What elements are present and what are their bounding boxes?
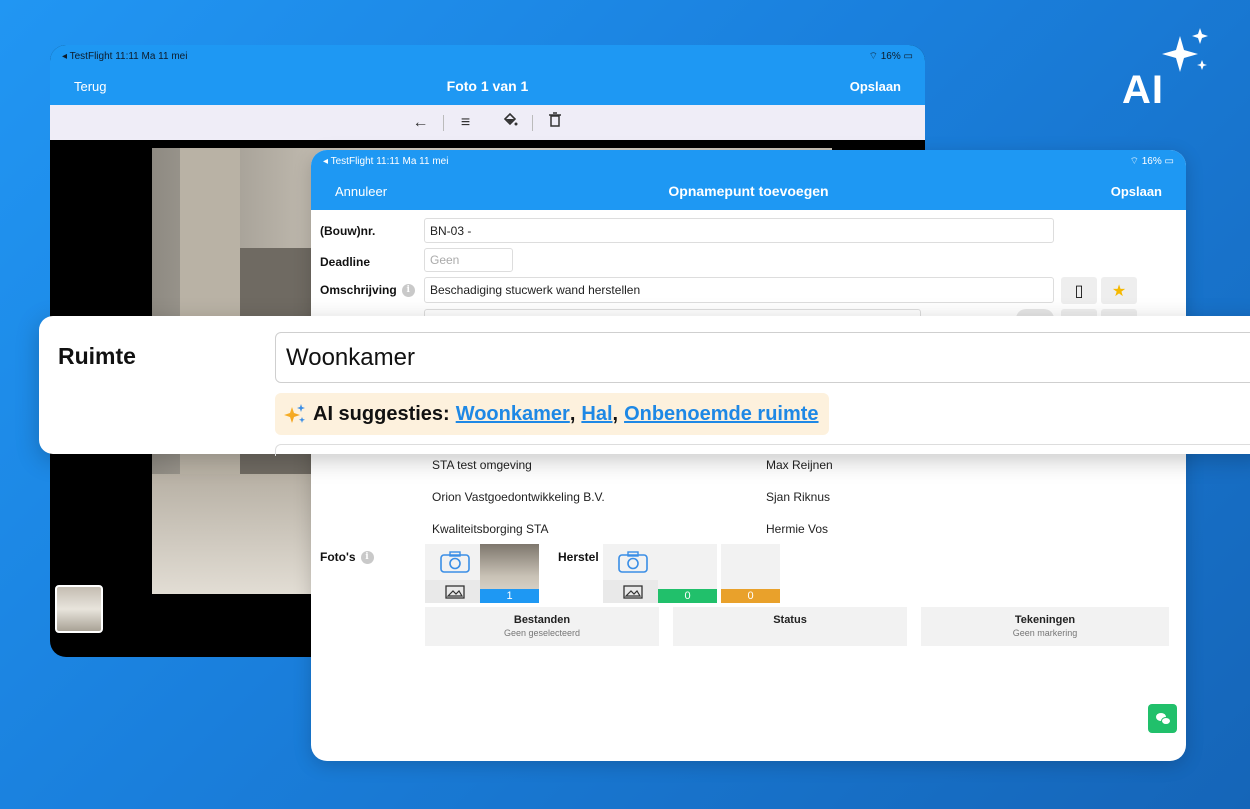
info-icon[interactable]: i [401,283,415,297]
page-title: Opnamepunt toevoegen [668,183,829,199]
add-repair-photo-tile[interactable] [603,544,662,603]
wifi-icon: ⌔ [868,50,878,62]
book-icon: ▯ [1074,282,1084,300]
suggestion-link[interactable]: Woonkamer [456,403,570,426]
ruimte-label: Ruimte [58,343,136,369]
bouwnr-row: (Bouw)nr. [320,224,375,238]
chat-icon [1155,712,1171,725]
separator: , [569,402,576,425]
ai-suggestions: AI suggesties: Woonkamer, Hal, Onbenoemd… [275,393,829,435]
star-icon: ★ [1111,282,1127,300]
omschrijving-field[interactable]: Beschadiging stucwerk wand herstellen [424,277,1054,303]
approved-count: 0 [658,589,717,603]
repair-pending-tile[interactable]: 0 [721,544,780,603]
party-person: Hermie Vos [766,522,829,536]
card-subtitle: Geen markering [1012,628,1078,638]
gallery-icon[interactable] [603,580,662,603]
deadline-field[interactable]: Geen [424,248,513,272]
photos-row: Foto's i [320,550,374,564]
camera-icon[interactable] [603,544,662,580]
nav-bar: Annuleer Opnamepunt toevoegen Opslaan [311,172,1186,210]
party-name: Kwaliteitsborging STA [432,522,549,536]
card-subtitle: Geen geselecteerd [503,628,581,638]
sparkle-icon [284,404,305,423]
battery-icon: ▭ [903,50,913,62]
next-field-edge [275,444,1250,456]
bouwnr-label: (Bouw)nr. [320,224,376,238]
herstel-label: Herstel [558,550,599,564]
gallery-icon[interactable] [425,580,484,603]
room-field-callout: Ruimte Woonkamer AI suggesties: Woonkame… [39,316,1250,456]
pending-count: 0 [721,589,780,603]
card-title: Tekeningen [1014,614,1076,626]
info-icon[interactable]: i [360,550,374,564]
deadline-row: Deadline [320,255,370,269]
favorite-button[interactable]: ★ [1101,277,1137,304]
save-button[interactable]: Opslaan [850,79,901,94]
status-card[interactable]: Status [673,607,907,646]
photo-thumbnail[interactable] [55,585,103,633]
party-person: Sjan Riknus [766,490,831,504]
drawings-card[interactable]: Tekeningen Geen markering [921,607,1169,646]
copy-button[interactable]: ▯ [1061,277,1097,304]
battery-status: ⌔ 16% ▭ [1130,155,1174,168]
cancel-button[interactable]: Annuleer [335,184,387,199]
suggestion-link[interactable]: Hal [581,403,612,426]
card-title: Status [773,614,807,626]
status-bar: ◂ TestFlight 11:11 Ma 11 mei ⌔ 16% ▭ [50,45,925,67]
suggestions-prefix: AI suggesties: [313,402,450,425]
back-button[interactable]: Terug [74,79,107,94]
menu-icon[interactable]: ≡ [444,114,488,132]
party-name: STA test omgeving [432,458,532,472]
photo-thumbnail[interactable]: 1 [480,544,539,603]
ruimte-input[interactable]: Woonkamer [275,332,1250,383]
photo-count: 1 [480,589,539,603]
omschrijving-row: Omschrijving i [320,283,415,297]
deadline-label: Deadline [320,255,371,269]
nav-bar: Terug Foto 1 van 1 Opslaan [50,67,925,105]
party-person: Max Reijnen [766,458,833,472]
bouwnr-field[interactable]: BN-03 - [424,218,1054,243]
trash-icon[interactable] [533,112,577,133]
chat-button[interactable] [1148,704,1177,733]
suggestion-link[interactable]: Onbenoemde ruimte [624,403,818,426]
page-title: Foto 1 van 1 [446,78,529,94]
wifi-icon: ⌔ [1129,155,1139,167]
card-title: Bestanden [513,614,571,626]
battery-percent: 16% [880,50,901,62]
battery-percent: 16% [1141,155,1162,167]
arrow-left-icon[interactable]: ← [399,114,443,132]
status-bar: ◂ TestFlight 11:11 Ma 11 mei ⌔ 16% ▭ [311,150,1186,172]
status-left: ◂ TestFlight 11:11 Ma 11 mei [62,50,188,62]
paint-bucket-icon[interactable] [488,112,532,133]
party-name: Orion Vastgoedontwikkeling B.V. [432,490,605,504]
status-left: ◂ TestFlight 11:11 Ma 11 mei [323,155,449,167]
ai-badge: AI [1120,26,1220,112]
add-photo-tile[interactable] [425,544,484,603]
camera-icon[interactable] [425,544,484,580]
repair-approved-tile[interactable]: 0 [658,544,717,603]
ai-label: AI [1122,68,1164,112]
files-card[interactable]: Bestanden Geen geselecteerd [425,607,659,646]
photo-toolbar: ← ≡ [50,105,925,140]
sparkle-icon [1162,28,1208,72]
omschrijving-label: Omschrijving [320,283,397,297]
separator: , [612,402,619,425]
save-button[interactable]: Opslaan [1111,184,1162,199]
photos-label: Foto's [320,550,356,564]
battery-icon: ▭ [1164,155,1174,167]
battery-status: ⌔ 16% ▭ [869,50,913,63]
